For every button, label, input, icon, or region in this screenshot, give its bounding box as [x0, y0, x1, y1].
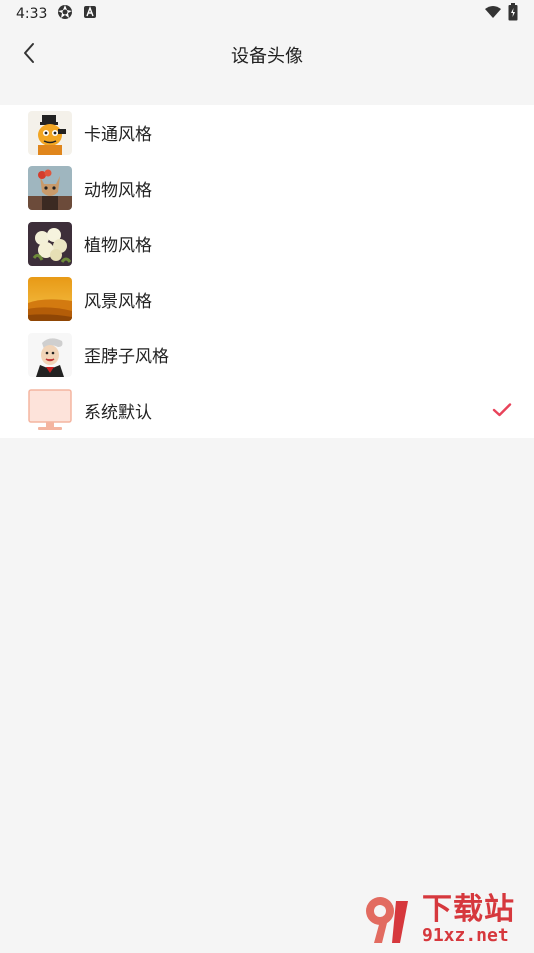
- check-icon: [492, 402, 512, 418]
- watermark-text: 下载站 91xz.net: [422, 895, 515, 945]
- list-item-landscape[interactable]: 风景风格: [0, 272, 534, 328]
- watermark-domain: 91xz.net: [422, 925, 509, 946]
- list-item-system-default[interactable]: 系统默认: [0, 383, 534, 439]
- cartoon-avatar-thumbnail: [28, 110, 72, 155]
- list-item-animal[interactable]: 动物风格: [0, 161, 534, 217]
- crooked-neck-avatar-thumbnail: [28, 332, 72, 377]
- chevron-left-icon: [22, 42, 36, 68]
- status-left: 4:33: [16, 4, 97, 24]
- status-time: 4:33: [16, 6, 48, 22]
- watermark-title: 下载站: [422, 892, 515, 927]
- plant-avatar-thumbnail: [28, 221, 72, 266]
- battery-icon: [508, 3, 518, 25]
- list-item-cartoon[interactable]: 卡通风格: [0, 105, 534, 161]
- list-item-label: 歪脖子风格: [84, 347, 169, 368]
- app-header: 设备头像: [0, 28, 534, 82]
- wifi-icon: [484, 5, 502, 23]
- default-monitor-thumbnail: [28, 388, 72, 433]
- landscape-avatar-thumbnail: [28, 277, 72, 322]
- app-a-icon: [83, 5, 97, 23]
- avatar-style-list: 卡通风格 动物风格 植物风格 风景风格 歪脖子风格 系统默认: [0, 105, 534, 438]
- list-item-label: 系统默认: [84, 402, 152, 423]
- watermark: 下载站 91xz.net: [358, 890, 528, 950]
- list-item-label: 卡通风格: [84, 125, 152, 146]
- list-item-label: 动物风格: [84, 180, 152, 201]
- animal-avatar-thumbnail: [28, 166, 72, 211]
- list-item-label: 植物风格: [84, 236, 152, 257]
- list-item-label: 风景风格: [84, 291, 152, 312]
- back-button[interactable]: [16, 40, 42, 70]
- aperture-icon: [57, 4, 73, 24]
- list-item-plant[interactable]: 植物风格: [0, 216, 534, 272]
- page-title: 设备头像: [231, 46, 303, 67]
- status-right: [484, 3, 518, 25]
- list-item-crooked-neck[interactable]: 歪脖子风格: [0, 327, 534, 383]
- status-bar: 4:33: [0, 0, 534, 28]
- watermark-logo-icon: [358, 891, 416, 949]
